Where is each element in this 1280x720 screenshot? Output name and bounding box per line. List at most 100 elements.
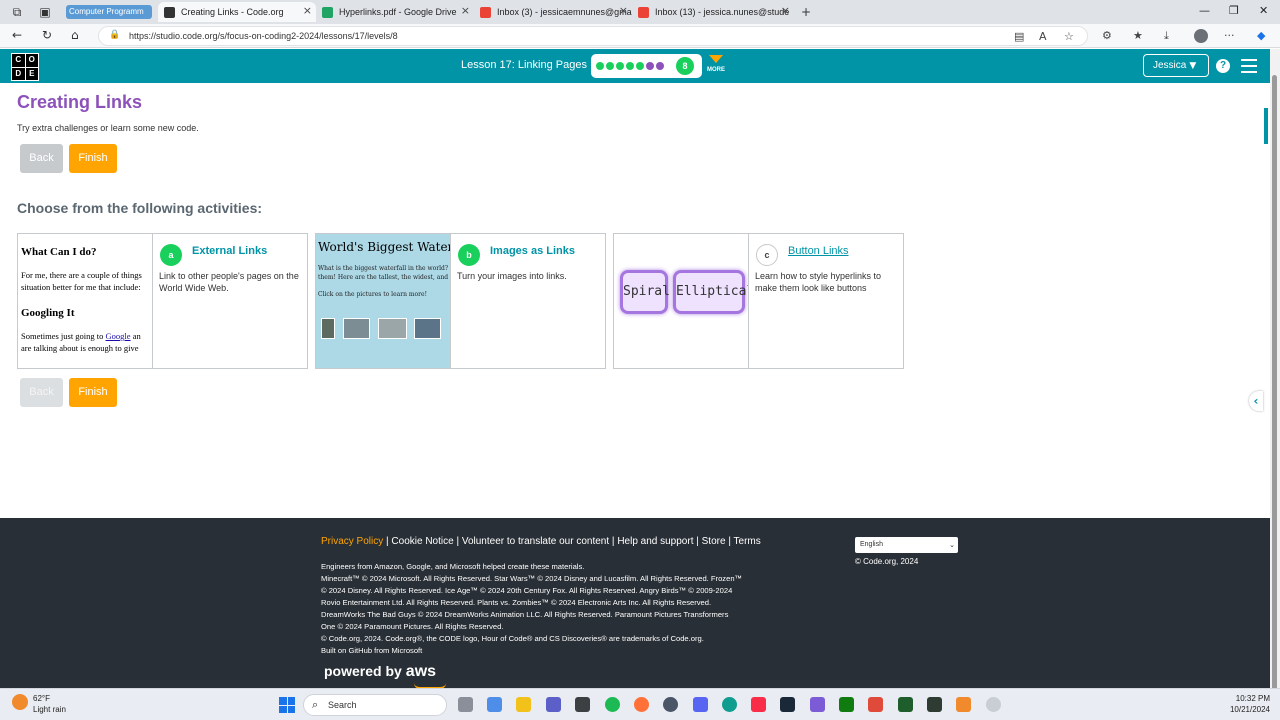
app-icon[interactable] (986, 697, 1001, 712)
activity-title-link[interactable]: Images as Links (490, 245, 575, 257)
hamburger-menu-icon[interactable] (1241, 59, 1257, 77)
steam-icon[interactable] (780, 697, 795, 712)
store-link[interactable]: Store (702, 536, 726, 547)
finish-button-bottom[interactable]: Finish (69, 378, 117, 407)
spotify-icon[interactable] (605, 697, 620, 712)
page-title: Creating Links (17, 92, 143, 112)
terms-link[interactable]: Terms (734, 536, 761, 547)
level-dot[interactable] (656, 62, 664, 70)
tab-actions-icon[interactable]: ▣ (37, 4, 53, 20)
edge-icon[interactable] (722, 697, 737, 712)
start-windows-icon[interactable] (279, 697, 295, 713)
new-tab-icon[interactable]: + (798, 4, 814, 20)
tab-title: Inbox (3) - jessicaemnunes@gma (497, 7, 632, 17)
volunteer-translate-link[interactable]: Volunteer to translate our content (462, 536, 609, 547)
workspaces-icon[interactable]: ⧉ (9, 4, 25, 20)
help-icon[interactable]: ? (1216, 59, 1230, 73)
file-explorer-icon[interactable] (516, 697, 531, 712)
music-icon[interactable] (751, 697, 766, 712)
copilot-icon[interactable]: ◆ (1257, 29, 1265, 42)
language-select[interactable]: English ⌄ (855, 537, 958, 553)
privacy-policy-link[interactable]: Privacy Policy (321, 536, 383, 547)
task-view-icon[interactable] (458, 697, 473, 712)
tab-inbox-3[interactable]: Inbox (3) - jessicaemnunes@gma × (474, 2, 632, 22)
scrollbar-thumb[interactable] (1272, 75, 1277, 705)
powered-by-aws-logo[interactable]: powered by aws (324, 663, 446, 689)
page-subtitle: Try extra challenges or learn some new c… (17, 123, 199, 133)
app-icon[interactable] (810, 697, 825, 712)
weather-temperature[interactable]: 62°F (33, 694, 50, 703)
tab-group-chip[interactable]: Computer Programm (66, 5, 152, 19)
activity-thumbnail[interactable]: What Can I do? For me, there are a coupl… (18, 234, 153, 368)
back-button-bottom[interactable]: Back (20, 378, 63, 407)
level-dot[interactable] (606, 62, 614, 70)
vlc-icon[interactable] (956, 697, 971, 712)
weather-description[interactable]: Light rain (33, 705, 66, 714)
level-dot[interactable] (596, 62, 604, 70)
pycharm-icon[interactable] (898, 697, 913, 712)
close-tab-icon[interactable]: × (461, 4, 470, 17)
downloads-icon[interactable]: ⤓ (1164, 29, 1169, 43)
restore-icon[interactable]: ❐ (1229, 4, 1239, 17)
app-icon[interactable] (868, 697, 883, 712)
more-options-icon[interactable]: ··· (1224, 29, 1235, 42)
app-icon[interactable] (927, 697, 942, 712)
page-scrollbar[interactable] (1270, 49, 1280, 705)
extensions-icon[interactable]: ⚙ (1102, 29, 1112, 42)
url-input[interactable]: 🔒 https://studio.code.org/s/focus-on-cod… (98, 26, 1088, 46)
read-aloud-icon[interactable]: A (1039, 30, 1047, 43)
tab-creating-links[interactable]: Creating Links - Code.org × (158, 2, 316, 22)
activity-card-external-links[interactable]: What Can I do? For me, there are a coupl… (17, 233, 308, 369)
copilot-app-icon[interactable] (487, 697, 502, 712)
help-support-link[interactable]: Help and support (617, 536, 693, 547)
minimize-icon[interactable]: — (1199, 4, 1210, 17)
taskbar-search[interactable]: ⌕ Search (303, 694, 447, 716)
home-icon[interactable]: ⌂ (71, 28, 79, 42)
level-dot[interactable] (616, 62, 624, 70)
favorite-star-icon[interactable]: ☆ (1064, 30, 1074, 43)
back-arrow-icon[interactable]: ← (12, 28, 22, 42)
current-level-bubble[interactable]: 8 (676, 57, 694, 75)
xbox-icon[interactable] (839, 697, 854, 712)
user-menu-button[interactable]: Jessica ▼ (1143, 54, 1209, 77)
app-icon[interactable] (663, 697, 678, 712)
firefox-icon[interactable] (634, 697, 649, 712)
favorites-icon[interactable]: ★ (1133, 29, 1143, 42)
discord-icon[interactable] (693, 697, 708, 712)
lock-icon[interactable]: 🔒 (109, 30, 120, 40)
profile-avatar[interactable] (1194, 29, 1208, 43)
close-tab-icon[interactable]: × (303, 4, 312, 17)
activity-title-link[interactable]: Button Links (788, 245, 849, 257)
level-dot[interactable] (646, 62, 654, 70)
activity-title-link[interactable]: External Links (192, 245, 267, 257)
refresh-icon[interactable]: ↻ (42, 28, 52, 42)
activity-card-button-links[interactable]: Spiral Elliptical c Button Links Learn h… (613, 233, 904, 369)
lesson-title[interactable]: Lesson 17: Linking Pages (461, 59, 587, 71)
tab-inbox-13[interactable]: Inbox (13) - jessica.nunes@stude × (632, 2, 794, 22)
activity-thumbnail[interactable]: World's Biggest Waterfall What is the bi… (316, 234, 451, 368)
activity-card-images-as-links[interactable]: World's Biggest Waterfall What is the bi… (315, 233, 606, 369)
level-dot[interactable] (626, 62, 634, 70)
activity-description: Learn how to style hyperlinks to make th… (755, 271, 882, 293)
more-levels-button[interactable]: MORE (707, 55, 727, 73)
teams-icon[interactable] (546, 697, 561, 712)
activity-thumbnail[interactable]: Spiral Elliptical (614, 234, 749, 368)
expand-panel-chevron-icon[interactable]: ‹ (1249, 391, 1263, 411)
browser-tab-strip: ⧉ ▣ Computer Programm Creating Links - C… (0, 0, 1280, 24)
clock-time[interactable]: 10:32 PM (1228, 694, 1270, 703)
app-available-icon[interactable]: ▤ (1014, 30, 1024, 43)
level-dot[interactable] (636, 62, 644, 70)
thumb-heading: World's Biggest Waterfall (318, 240, 450, 254)
cookie-notice-link[interactable]: Cookie Notice (391, 536, 453, 547)
close-window-icon[interactable]: ✕ (1259, 4, 1268, 17)
close-tab-icon[interactable]: × (619, 4, 628, 17)
codeorg-logo[interactable]: C O D E (11, 53, 39, 81)
finish-button[interactable]: Finish (69, 144, 117, 173)
app-icon[interactable] (575, 697, 590, 712)
close-tab-icon[interactable]: × (781, 4, 790, 17)
weather-icon[interactable] (12, 694, 28, 710)
gmail-favicon-icon (480, 6, 491, 18)
back-button[interactable]: Back (20, 144, 63, 173)
tab-hyperlinks-pdf[interactable]: Hyperlinks.pdf - Google Drive × (316, 2, 474, 22)
clock-date[interactable]: 10/21/2024 (1218, 705, 1270, 714)
